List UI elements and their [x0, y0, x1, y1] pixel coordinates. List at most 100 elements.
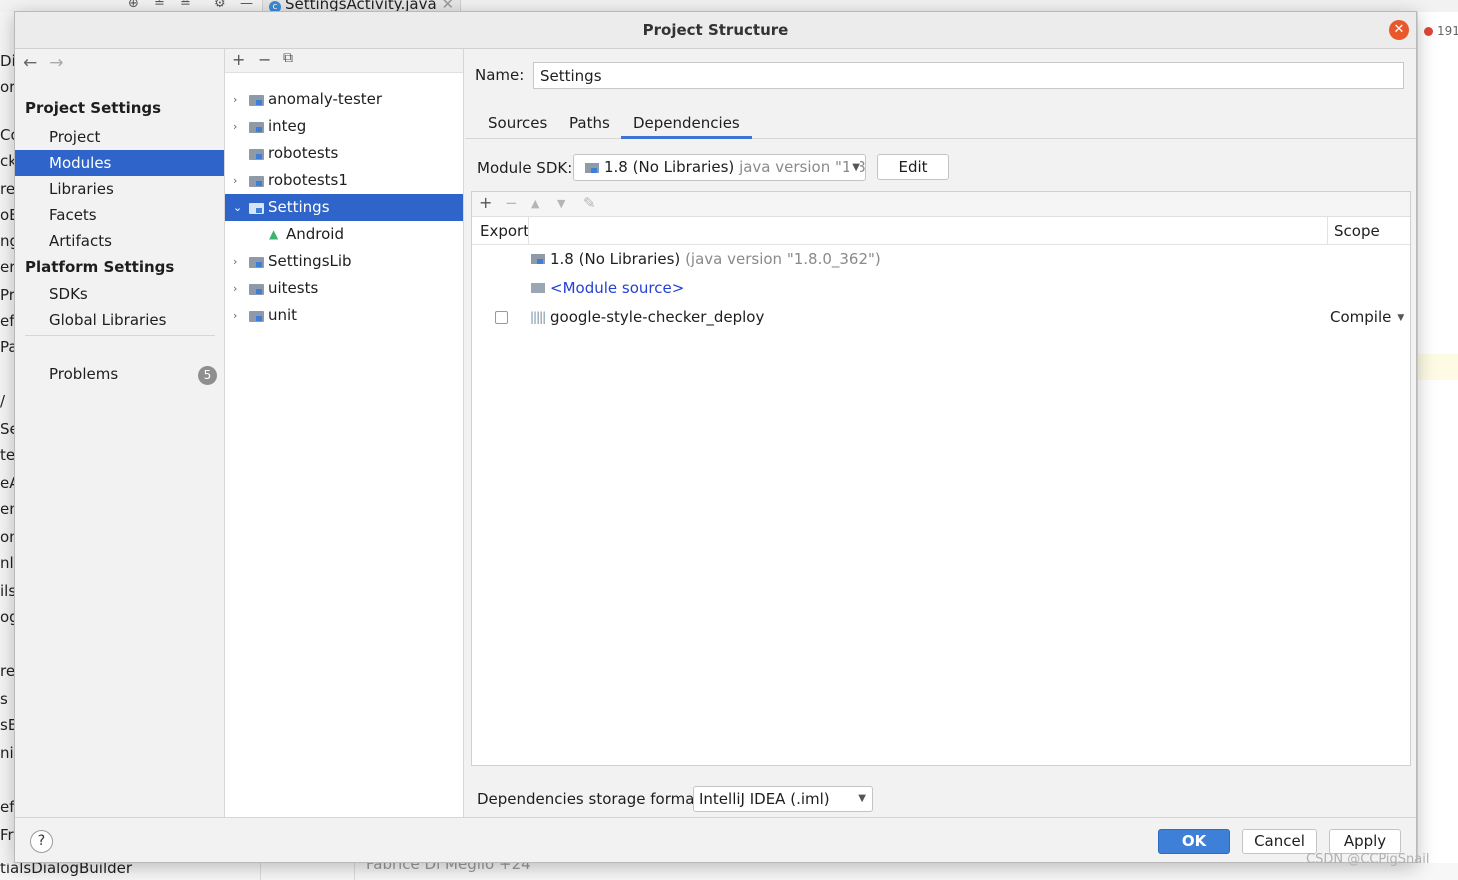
chevron-right-icon[interactable]: › — [233, 302, 237, 329]
dependency-label: 1.8 (No Libraries) — [550, 250, 681, 268]
expand-all-icon[interactable]: ≚ — [154, 0, 165, 11]
storage-format-select[interactable]: IntelliJ IDEA (.iml) ▼ — [693, 786, 873, 812]
gutter-fragment: eA — [0, 474, 14, 492]
collapse-all-icon[interactable]: ≙ — [180, 0, 191, 11]
edit-pencil-icon[interactable]: ✎ — [583, 194, 596, 212]
module-sdk-select[interactable]: 1.8 (No Libraries) java version "1.8.( ▼ — [573, 154, 866, 181]
gutter-fragment: re — [0, 180, 14, 198]
tree-node[interactable]: ⌄ Settings — [225, 194, 463, 221]
tree-node[interactable]: › integ — [225, 113, 463, 140]
gutter-fragment: en — [0, 500, 14, 518]
line-highlight — [1418, 354, 1458, 380]
dialog-titlebar[interactable]: Project Structure ✕ — [15, 12, 1416, 49]
table-row[interactable]: <Module source> — [472, 274, 1410, 303]
error-count: 191 — [1437, 24, 1458, 38]
gutter-fragment: ni — [0, 744, 14, 762]
tree-node[interactable]: › robotests1 — [225, 167, 463, 194]
nav-item-problems[interactable]: Problems 5 — [15, 361, 224, 387]
module-name-input[interactable] — [533, 62, 1404, 89]
module-folder-icon — [249, 95, 264, 106]
project-structure-dialog: Project Structure ✕ ← → Project Settings … — [14, 11, 1417, 863]
tab-paths[interactable]: Paths — [557, 111, 622, 139]
nav-item-sdks[interactable]: SDKs — [15, 281, 224, 307]
gutter-fragment: / — [0, 392, 6, 410]
gutter-fragment: Co — [0, 126, 14, 144]
apply-button[interactable]: Apply — [1329, 829, 1401, 854]
chevron-right-icon[interactable]: › — [233, 275, 237, 302]
sdk-value: 1.8 (No Libraries) — [604, 158, 735, 176]
export-column-header[interactable]: Export — [480, 222, 529, 240]
add-icon[interactable]: + — [232, 50, 245, 69]
nav-item-artifacts[interactable]: Artifacts — [15, 228, 224, 254]
dependency-hint: (java version "1.8.0_362") — [685, 250, 881, 268]
sdk-folder-icon — [585, 163, 599, 173]
column-divider[interactable] — [1327, 217, 1328, 244]
nav-item-project[interactable]: Project — [15, 124, 224, 150]
export-checkbox[interactable] — [495, 311, 508, 324]
gutter-fragment: og — [0, 608, 14, 626]
module-folder-icon — [249, 149, 264, 160]
module-tree-toolbar: + − ⧉ — [225, 49, 463, 73]
add-icon[interactable]: + — [479, 193, 492, 212]
error-icon — [1424, 27, 1433, 36]
name-label: Name: — [475, 66, 525, 84]
chevron-right-icon[interactable]: › — [233, 167, 237, 194]
edit-sdk-button[interactable]: Edit — [877, 154, 949, 180]
error-indicator[interactable]: 191 — [1424, 24, 1458, 38]
dialog-footer: ? OK Cancel Apply — [15, 817, 1416, 862]
tree-node[interactable]: › anomaly-tester — [225, 86, 463, 113]
dependencies-toolbar: + − ▲ ▼ ✎ — [472, 192, 1410, 217]
gutter-divider — [260, 863, 261, 880]
nav-item-modules[interactable]: Modules — [15, 150, 224, 176]
chevron-down-icon[interactable]: ⌄ — [233, 194, 242, 221]
table-row[interactable]: 1.8 (No Libraries) (java version "1.8.0_… — [472, 245, 1410, 274]
nav-item-facets[interactable]: Facets — [15, 202, 224, 228]
nav-item-global-libraries[interactable]: Global Libraries — [15, 307, 224, 333]
nav-item-libraries[interactable]: Libraries — [15, 176, 224, 202]
module-tree: + − ⧉ › anomaly-tester › integ robotests › rob… — [225, 49, 464, 817]
move-up-icon[interactable]: ▲ — [531, 197, 539, 210]
project-settings-header: Project Settings — [25, 99, 162, 117]
table-row[interactable]: ||||| google-style-checker_deploy Compil… — [472, 303, 1410, 332]
module-source-link[interactable]: <Module source> — [550, 274, 684, 303]
module-folder-icon — [249, 257, 264, 268]
tree-node[interactable]: › unit — [225, 302, 463, 329]
chevron-right-icon[interactable]: › — [233, 86, 237, 113]
gutter-fragment: Se — [0, 420, 14, 438]
column-divider[interactable] — [528, 217, 529, 244]
move-down-icon[interactable]: ▼ — [557, 197, 565, 210]
tab-sources[interactable]: Sources — [476, 111, 559, 139]
forward-arrow-icon[interactable]: → — [49, 53, 63, 73]
chevron-down-icon: ▼ — [849, 155, 860, 180]
nav-history: ← → — [23, 53, 64, 73]
chevron-right-icon[interactable]: › — [233, 248, 237, 275]
library-icon: ||||| — [530, 310, 546, 324]
module-sdk-label: Module SDK: — [477, 159, 573, 177]
tree-node-label: SettingsLib — [268, 252, 352, 270]
tree-node-label: Android — [286, 225, 344, 243]
cancel-button[interactable]: Cancel — [1242, 829, 1317, 854]
help-icon[interactable]: ? — [30, 830, 53, 853]
ok-button[interactable]: OK — [1158, 829, 1230, 854]
sdk-version-hint: java version "1.8.( — [739, 158, 866, 176]
storage-format-label: Dependencies storage format: — [477, 790, 706, 808]
author-annotation: Fabrice Di Meglio +24 — [366, 863, 531, 873]
copy-icon[interactable]: ⧉ — [283, 50, 293, 66]
crosshair-icon[interactable]: ⊕ — [128, 0, 139, 11]
minimize-icon[interactable]: — — [240, 0, 253, 11]
scope-select[interactable]: Compile ▼ — [1330, 303, 1404, 333]
tree-node[interactable]: › uitests — [225, 275, 463, 302]
back-arrow-icon[interactable]: ← — [23, 53, 37, 73]
tree-node[interactable]: robotests — [225, 140, 463, 167]
tab-dependencies[interactable]: Dependencies — [621, 111, 752, 139]
chevron-down-icon: ▼ — [1397, 313, 1405, 323]
close-icon[interactable]: ✕ — [1389, 20, 1409, 40]
chevron-down-icon: ▼ — [858, 793, 866, 804]
tree-node[interactable]: ▲ Android — [225, 221, 463, 248]
tree-node[interactable]: › SettingsLib — [225, 248, 463, 275]
chevron-right-icon[interactable]: › — [233, 113, 237, 140]
gear-icon[interactable]: ⚙ — [214, 0, 226, 11]
remove-icon[interactable]: − — [505, 194, 518, 212]
remove-icon[interactable]: − — [258, 50, 271, 69]
scope-column-header[interactable]: Scope — [1334, 222, 1380, 240]
